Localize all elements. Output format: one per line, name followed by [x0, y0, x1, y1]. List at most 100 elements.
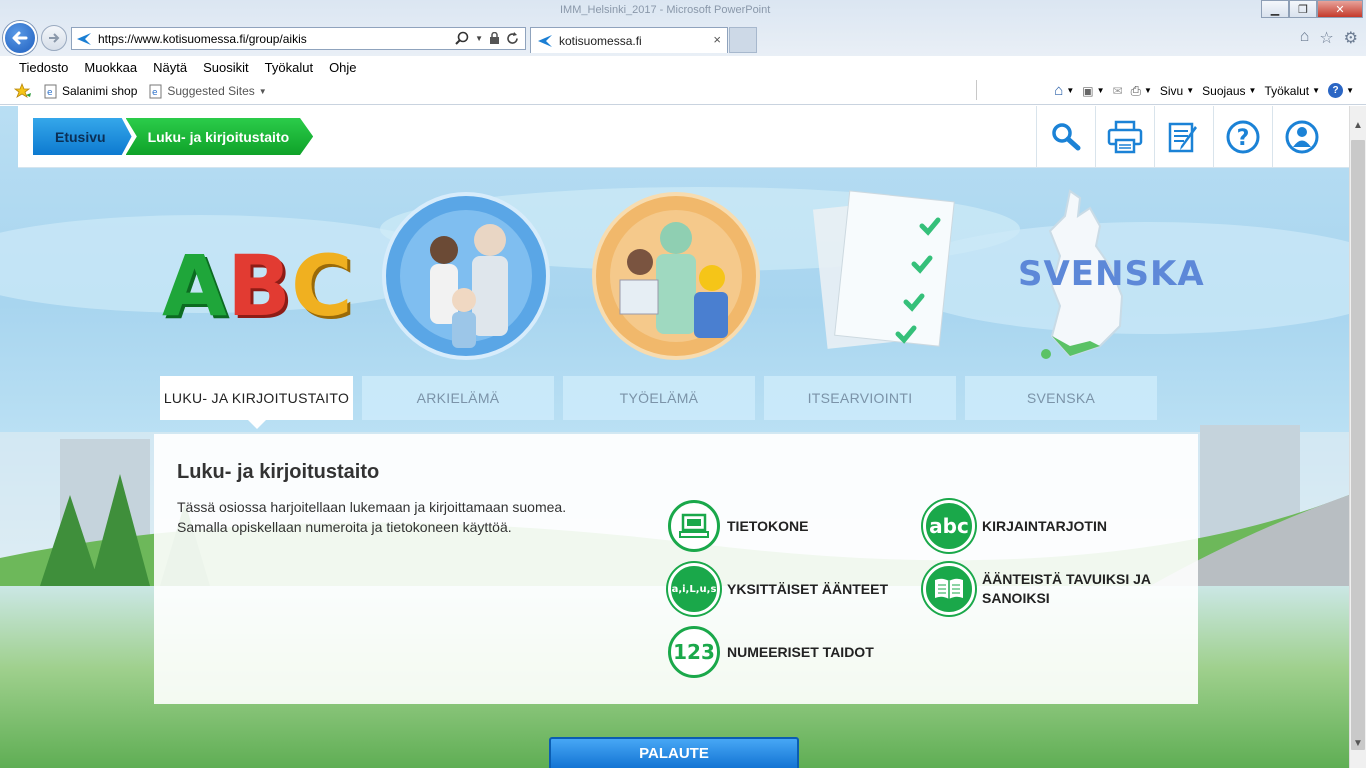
- maximize-button[interactable]: ❐: [1289, 0, 1317, 18]
- lock-icon[interactable]: [489, 31, 500, 45]
- panel-title: Luku- ja kirjoitustaito: [177, 461, 380, 483]
- site-favicon-icon: [538, 34, 552, 47]
- category-tabs: LUKU- JA KIRJOITUSTAITO ARKIELÄMÄ TYÖELÄ…: [160, 376, 1157, 420]
- scroll-up-icon[interactable]: ▲: [1353, 120, 1363, 131]
- window-controls: ▁ ❐ ✕: [1261, 0, 1363, 18]
- svg-text:e: e: [152, 88, 158, 98]
- description-line: Tässä osiossa harjoitellaan lukemaan ja …: [177, 499, 567, 515]
- page-viewport: Etusivu Luku- ja kirjoitustaito ? A B C: [0, 106, 1349, 768]
- print-button[interactable]: ⎙ ▼: [1131, 83, 1152, 99]
- scrollbar-thumb[interactable]: [1351, 140, 1365, 750]
- printer-icon: [1107, 120, 1143, 154]
- safety-menu-label: Suojaus: [1202, 83, 1246, 98]
- favorite-link-suggested[interactable]: e Suggested Sites ▼: [149, 84, 267, 99]
- new-tab-button[interactable]: [729, 27, 757, 53]
- notes-edit-icon: [1168, 122, 1197, 153]
- window-title: IMM_Helsinki_2017 - Microsoft PowerPoint: [560, 4, 771, 16]
- option-label: NUMEERISET TAIDOT: [727, 643, 874, 660]
- profile-button[interactable]: [1272, 106, 1331, 168]
- option-numeracy[interactable]: 123 NUMEERISET TAIDOT: [668, 626, 874, 678]
- home-icon[interactable]: ⌂: [1300, 28, 1310, 48]
- option-single-sounds[interactable]: a,i,L,u,s YKSITTÄISET ÄÄNTEET: [668, 563, 888, 615]
- arrow-right-icon: [49, 33, 60, 43]
- rss-icon: ▣: [1082, 83, 1094, 98]
- option-letter-tray[interactable]: abc KIRJAINTARJOTIN: [923, 500, 1107, 552]
- home-button[interactable]: ⌂ ▼: [1054, 82, 1074, 99]
- option-label: KIRJAINTARJOTIN: [982, 517, 1107, 534]
- letter-c: C: [291, 237, 353, 335]
- ie-page-icon: e: [149, 84, 162, 98]
- safety-menu[interactable]: Suojaus ▼: [1202, 84, 1256, 98]
- forward-button[interactable]: [41, 25, 67, 51]
- print-button[interactable]: [1095, 106, 1154, 168]
- url-prefix: https://www.: [98, 31, 163, 46]
- search-button[interactable]: [1036, 106, 1095, 168]
- favorite-link-salanimi[interactable]: e Salanimi shop: [44, 84, 137, 99]
- active-tab-pointer: [248, 420, 266, 429]
- search-icon[interactable]: [455, 31, 469, 45]
- option-label-line: ÄÄNTEISTÄ TAVUIKSI JA: [982, 571, 1152, 587]
- menu-edit[interactable]: Muokkaa: [84, 60, 137, 75]
- family-illustration[interactable]: [382, 192, 550, 360]
- menu-bar: Tiedosto Muokkaa Näytä Suosikit Työkalut…: [0, 56, 1366, 78]
- url-path: /group/aikis: [245, 31, 307, 46]
- option-computer[interactable]: TIETOKONE: [668, 500, 808, 552]
- book-circle: [923, 563, 975, 615]
- command-bar: ⌂ ▼ ▣ ▼ ✉ ⎙ ▼ Sivu ▼ Suojaus ▼ Työkalut ▼ ? ▼: [1054, 82, 1354, 99]
- close-tab-icon[interactable]: ×: [713, 32, 721, 47]
- chevron-down-icon: ▼: [1346, 86, 1354, 95]
- feeds-button[interactable]: ▣ ▼: [1082, 84, 1104, 98]
- close-window-button[interactable]: ✕: [1317, 0, 1363, 18]
- gear-icon[interactable]: ⚙: [1344, 28, 1358, 48]
- chevron-down-icon[interactable]: ▼: [475, 34, 483, 43]
- breadcrumb-home[interactable]: Etusivu: [33, 118, 132, 155]
- mail-button[interactable]: ✉: [1113, 84, 1123, 98]
- tab-svenska[interactable]: SVENSKA: [965, 376, 1157, 420]
- back-button[interactable]: [3, 21, 37, 55]
- help-button[interactable]: ?: [1213, 106, 1272, 168]
- minimize-button[interactable]: ▁: [1261, 0, 1289, 18]
- help-button[interactable]: ? ▼: [1328, 83, 1354, 98]
- open-book-icon: [935, 578, 963, 599]
- self-assessment-illustration[interactable]: [812, 186, 962, 356]
- tab-working-life[interactable]: TYÖELÄMÄ: [563, 376, 755, 420]
- content-panel: Luku- ja kirjoitustaito Tässä osiossa ha…: [154, 434, 1198, 704]
- address-bar[interactable]: https://www.kotisuomessa.fi/group/aikis …: [71, 27, 526, 50]
- chevron-down-icon: ▼: [1096, 86, 1105, 95]
- tab-self-assessment[interactable]: ITSEARVIOINTI: [764, 376, 956, 420]
- favorites-star-button[interactable]: [14, 83, 32, 99]
- favorite-label: Salanimi shop: [62, 84, 138, 98]
- browser-tab-active[interactable]: kotisuomessa.fi ×: [530, 27, 728, 53]
- menu-file[interactable]: Tiedosto: [19, 60, 68, 75]
- chevron-down-icon: ▼: [1186, 86, 1195, 95]
- breadcrumb-current[interactable]: Luku- ja kirjoitustaito: [125, 118, 314, 155]
- tab-everyday-life[interactable]: ARKIELÄMÄ: [362, 376, 554, 420]
- chevron-down-icon: ▼: [258, 86, 267, 96]
- tab-literacy[interactable]: LUKU- JA KIRJOITUSTAITO: [160, 376, 353, 420]
- menu-favorites[interactable]: Suosikit: [203, 60, 249, 75]
- letter-a: A: [162, 237, 228, 335]
- menu-view[interactable]: Näytä: [153, 60, 187, 75]
- menu-help[interactable]: Ohje: [329, 60, 356, 75]
- numbers-circle: 123: [668, 626, 720, 678]
- browser-right-icons: ⌂ ☆ ⚙: [1300, 28, 1358, 48]
- refresh-icon[interactable]: [506, 31, 519, 45]
- svg-text:?: ?: [1237, 126, 1250, 151]
- abc-illustration[interactable]: A B C: [162, 237, 353, 335]
- favorite-label: Suggested Sites: [167, 84, 255, 98]
- option-syllables-words[interactable]: ÄÄNTEISTÄ TAVUIKSI JA SANOIKSI: [923, 563, 1151, 615]
- notes-button[interactable]: [1154, 106, 1213, 168]
- tools-menu[interactable]: Työkalut ▼: [1264, 84, 1320, 98]
- menu-tools[interactable]: Työkalut: [265, 60, 313, 75]
- svenska-illustration-text: SVENSKA: [1018, 254, 1205, 294]
- chevron-down-icon: ▼: [1312, 86, 1321, 95]
- favorites-star-icon[interactable]: ☆: [1319, 28, 1333, 48]
- worklife-illustration[interactable]: [592, 192, 760, 360]
- option-label-line: SANOIKSI: [982, 590, 1050, 606]
- address-url[interactable]: https://www.kotisuomessa.fi/group/aikis: [98, 32, 307, 46]
- feedback-button[interactable]: PALAUTE: [549, 737, 799, 768]
- scroll-down-icon[interactable]: ▼: [1353, 738, 1363, 749]
- page-menu[interactable]: Sivu ▼: [1160, 84, 1194, 98]
- breadcrumb: Etusivu Luku- ja kirjoitustaito: [33, 118, 314, 155]
- page-scrollbar[interactable]: ▲ ▼: [1349, 106, 1366, 768]
